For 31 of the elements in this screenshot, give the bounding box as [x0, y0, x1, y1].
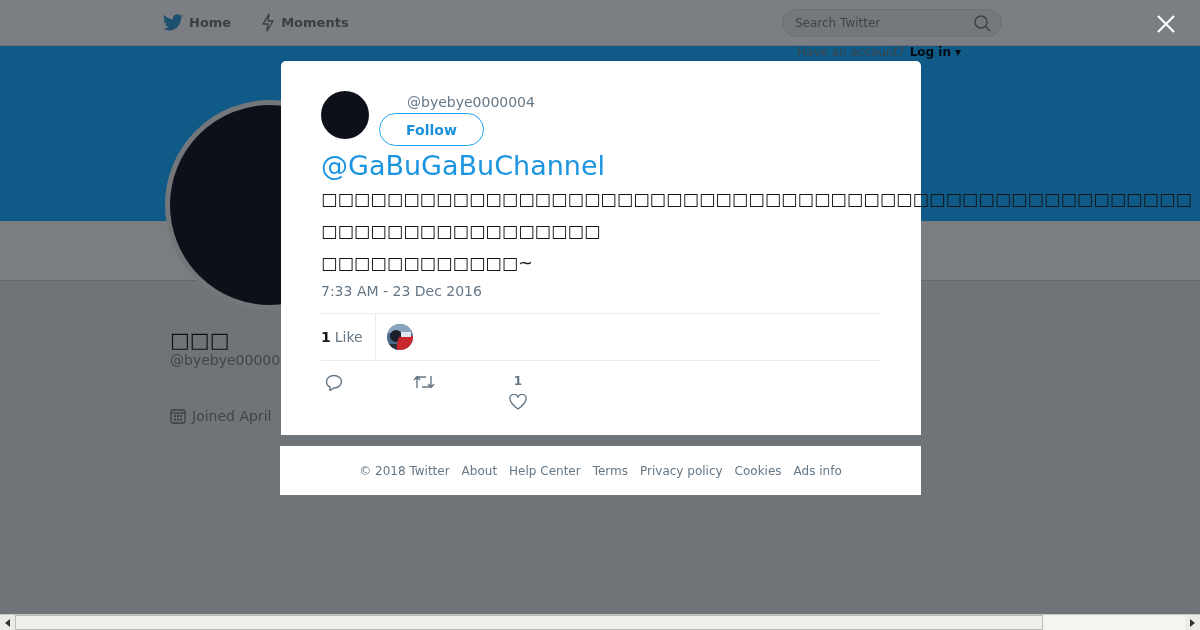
horizontal-scrollbar[interactable] — [0, 614, 1200, 630]
bird-icon — [163, 14, 183, 31]
footer-link[interactable]: Terms — [592, 463, 628, 478]
reply-icon[interactable] — [325, 374, 343, 391]
nav-link[interactable]: Home — [163, 13, 232, 32]
footer-link[interactable]: Cookies — [734, 463, 782, 478]
nav-link[interactable]: Moments — [261, 13, 349, 32]
heart-icon[interactable] — [509, 394, 527, 410]
mention-link[interactable]: @GaBuGaBuChannel — [321, 149, 881, 183]
close-icon[interactable] — [1156, 14, 1176, 34]
calendar-icon — [170, 408, 186, 424]
user-handle: @byebye0000004 — [407, 94, 535, 110]
tweet-text: □□□□□□□□□□□□□□□□□ — [321, 220, 601, 243]
like-action-count: 1 — [513, 374, 523, 388]
footer-link[interactable]: About — [461, 463, 498, 478]
profile-name: □□□ — [170, 328, 231, 352]
footer-link[interactable]: Help Center — [509, 463, 581, 478]
like-count[interactable]: 1 Like — [321, 314, 376, 360]
login-prompt: Have an account? — [797, 45, 905, 59]
lightning-icon — [261, 13, 276, 32]
footer-link[interactable]: Ads info — [793, 463, 842, 478]
tweet-timestamp: 7:33 AM - 23 Dec 2016 — [321, 283, 483, 299]
retweet-icon[interactable] — [413, 374, 435, 390]
follow-button[interactable]: Follow — [379, 113, 484, 146]
search-icon — [974, 14, 991, 32]
login-link[interactable]: Log in ▾ — [909, 45, 962, 59]
footer-link[interactable]: Privacy policy — [640, 463, 723, 478]
scrollbar-thumb[interactable] — [15, 615, 1043, 630]
tweet-text: □□□□□□□□□□□□~ — [321, 252, 533, 275]
copyright-text: © 2018 Twitter — [359, 463, 450, 478]
user-avatar — [321, 91, 369, 139]
